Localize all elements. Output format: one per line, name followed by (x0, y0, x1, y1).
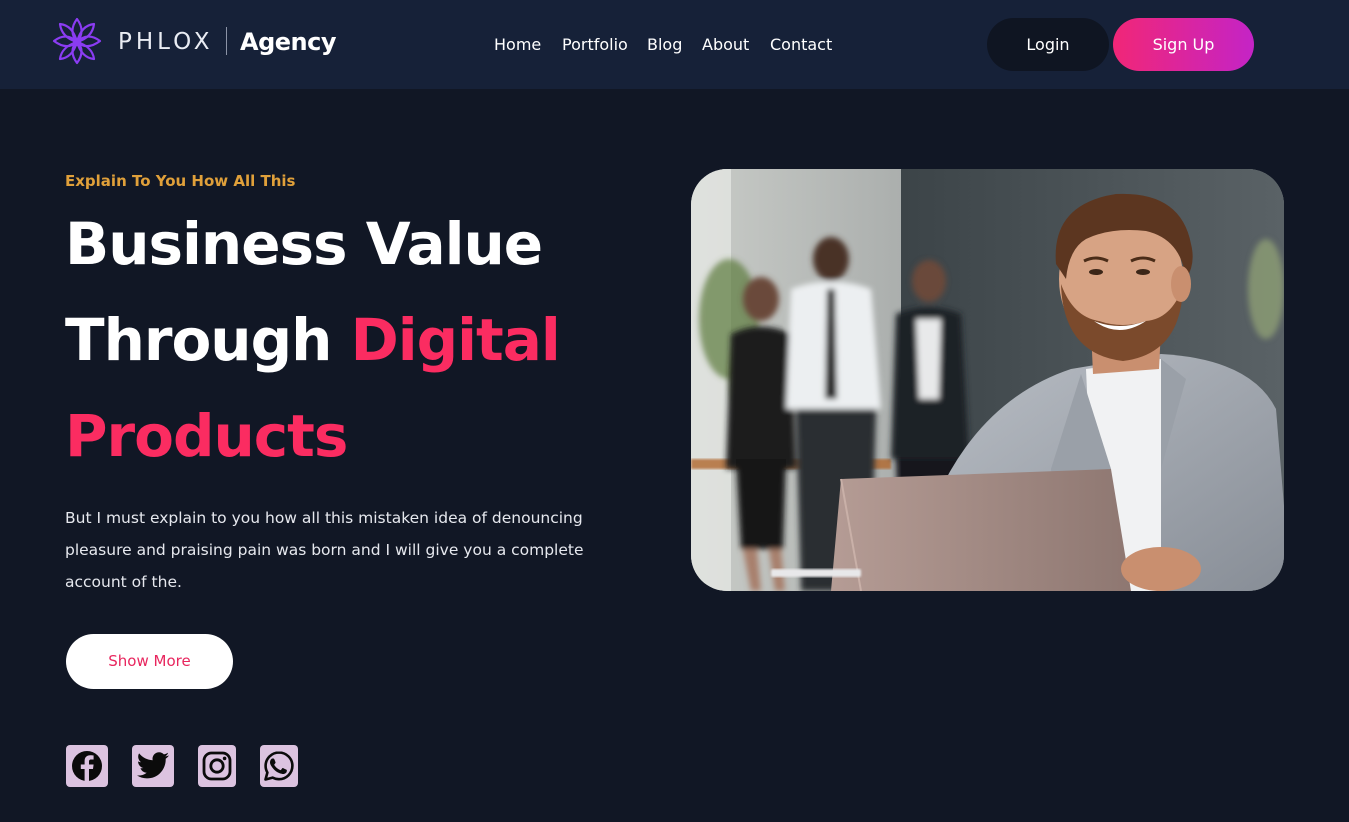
hero-photo (691, 169, 1284, 591)
show-more-button[interactable]: Show More (66, 634, 233, 689)
login-button[interactable]: Login (987, 18, 1109, 71)
whatsapp-icon[interactable] (260, 745, 298, 787)
nav-link-contact[interactable]: Contact (770, 34, 832, 56)
signup-button[interactable]: Sign Up (1113, 18, 1254, 71)
hero-headline: Business Value Through Digital Products (65, 196, 665, 484)
hero-paragraph: But I must explain to you how all this m… (65, 509, 584, 591)
nav-link-about[interactable]: About (702, 34, 749, 56)
nav-link-portfolio[interactable]: Portfolio (562, 34, 628, 56)
logo-divider (226, 27, 227, 55)
hero-eyebrow: Explain To You How All This (65, 172, 296, 190)
nav-link-blog[interactable]: Blog (647, 34, 682, 56)
facebook-icon[interactable] (66, 745, 108, 787)
brand-name[interactable]: PHLOX (118, 28, 214, 56)
lotus-logo-icon[interactable] (50, 15, 104, 67)
twitter-icon[interactable] (132, 745, 174, 787)
nav-link-home[interactable]: Home (494, 34, 541, 56)
navbar: PHLOX Agency Home Portfolio Blog About C… (0, 0, 1349, 89)
instagram-icon[interactable] (198, 745, 236, 787)
brand-subtitle[interactable]: Agency (240, 27, 337, 57)
